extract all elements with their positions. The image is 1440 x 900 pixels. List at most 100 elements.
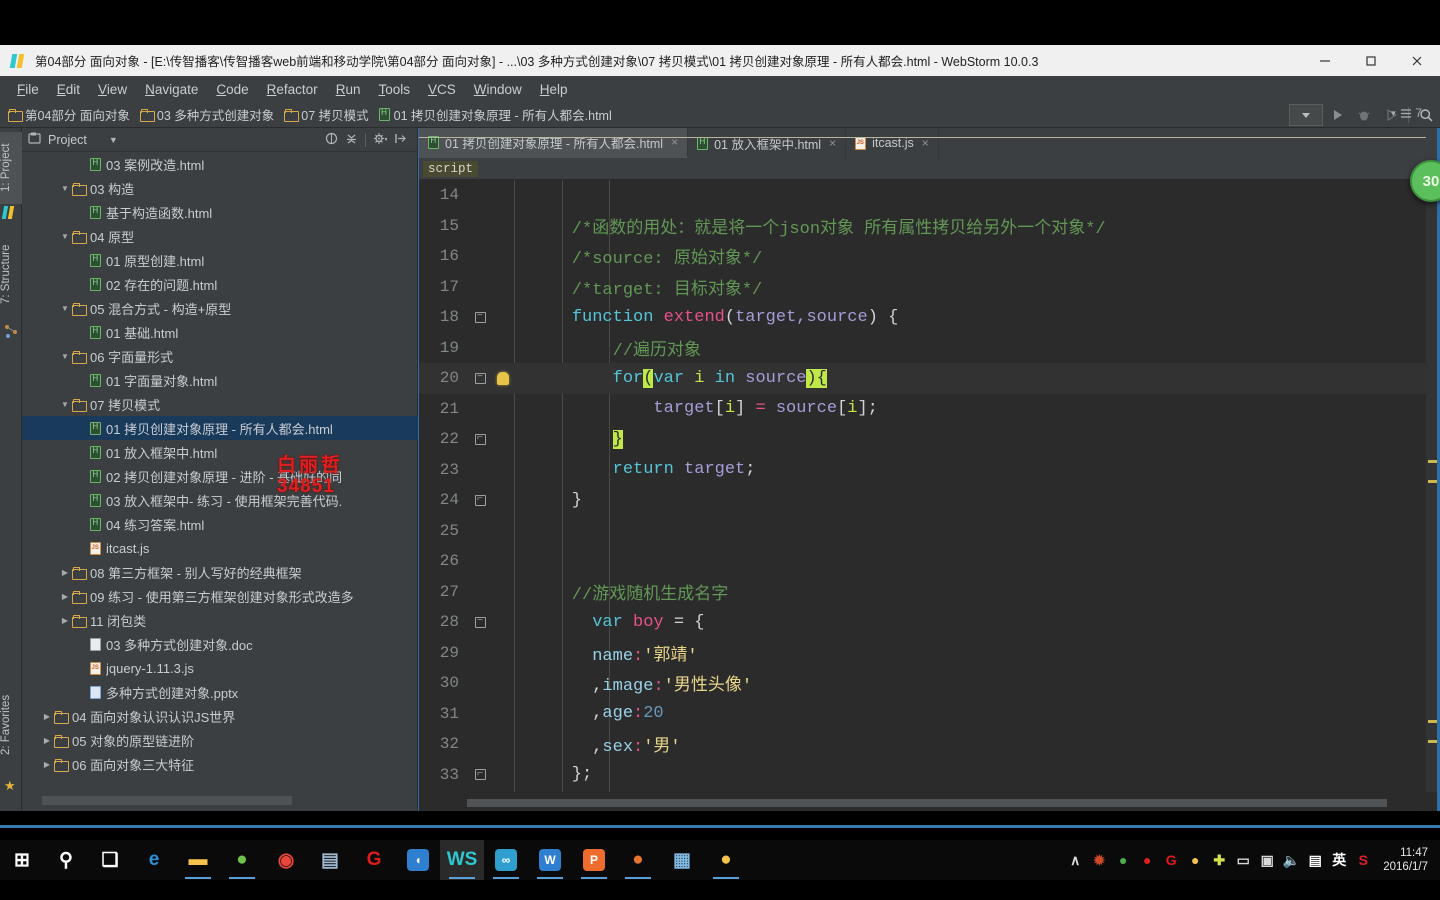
taskbar-cloud-app-icon[interactable]: ∞ [484, 840, 528, 880]
code-line[interactable]: 17 /*target: 目标对象*/ [419, 272, 1440, 303]
fold-collapse-icon[interactable]: − [474, 372, 486, 384]
tree-item[interactable]: 02 拷贝创建对象原理 - 进阶 - 基础好的同 [22, 464, 418, 488]
tree-item[interactable]: ▼ 03 构造 [22, 176, 418, 200]
sidebar-item-favorites[interactable]: 2: Favorites [0, 679, 22, 771]
tree-item[interactable]: ▶ 06 面向对象三大特征 [22, 752, 418, 776]
editor-tab-2[interactable]: itcast.js × [846, 128, 939, 158]
code-content[interactable]: 14 15 /*函数的用处：就是将一个json对象 所有属性拷贝给另外一个对象*/… [419, 180, 1440, 792]
fold-expand-icon[interactable]: ⌐ [474, 769, 486, 781]
inspection-indicator[interactable]: ▼ 7 [1389, 106, 1422, 120]
fold-expand-icon[interactable]: ⌐ [474, 494, 486, 506]
code-line[interactable]: 14 [419, 180, 1440, 211]
menu-item-tools[interactable]: Tools [369, 79, 419, 100]
menu-item-view[interactable]: View [89, 79, 136, 100]
tray-red-record-icon[interactable]: ● [1135, 840, 1159, 880]
menu-item-help[interactable]: Help [531, 79, 577, 100]
code-line[interactable]: 19 //遍历对象 [419, 333, 1440, 364]
editor-tab-1[interactable]: 01 放入框架中.html× [688, 128, 847, 158]
code-line[interactable]: 23 return target; [419, 455, 1440, 486]
code-line[interactable]: 25 [419, 516, 1440, 547]
tree-item[interactable]: 04 练习答案.html [22, 512, 418, 536]
fold-collapse-icon[interactable]: − [474, 311, 486, 323]
taskbar-edge-icon[interactable]: e [132, 840, 176, 880]
chevron-down-icon[interactable]: ▼ [109, 135, 118, 145]
gutter-cell[interactable]: ⌐ [467, 494, 493, 506]
code-line[interactable]: 29 name:'郭靖' [419, 638, 1440, 669]
maximize-button[interactable] [1348, 45, 1394, 76]
code-line[interactable]: 18 − function extend(target,source) { [419, 302, 1440, 333]
tray-notification-icon[interactable]: ▤ [1303, 840, 1327, 880]
chevron-right-icon[interactable]: ▶ [40, 712, 54, 721]
tree-item[interactable]: ▶ 09 练习 - 使用第三方框架创建对象形式改造多 [22, 584, 418, 608]
gutter-cell[interactable]: − [467, 311, 493, 323]
tree-item[interactable]: 02 存在的问题.html [22, 272, 418, 296]
close-icon[interactable]: × [829, 136, 836, 150]
breadcrumb-script[interactable]: script [423, 160, 479, 177]
chevron-down-icon[interactable]: ▼ [58, 304, 72, 313]
menu-item-vcs[interactable]: VCS [419, 79, 465, 100]
code-line[interactable]: 21 target[i] = source[i]; [419, 394, 1440, 425]
tree-item[interactable]: ▶ 08 第三方框架 - 别人写好的经典框架 [22, 560, 418, 584]
menu-item-edit[interactable]: Edit [48, 79, 89, 100]
taskbar-browser-360-icon[interactable]: ● [220, 840, 264, 880]
taskbar-balloons-icon[interactable]: ● [704, 840, 748, 880]
menu-item-refactor[interactable]: Refactor [258, 79, 327, 100]
tray-plus-tray-icon[interactable]: ✚ [1207, 840, 1231, 880]
tray-network-warning-icon[interactable]: ▣ [1255, 840, 1279, 880]
project-tree-hscrollbar[interactable] [42, 796, 292, 805]
chevron-right-icon[interactable]: ▶ [58, 592, 72, 601]
run-button[interactable] [1323, 104, 1350, 126]
menu-item-window[interactable]: Window [465, 79, 531, 100]
tree-item[interactable]: ▼ 07 拷贝模式 [22, 392, 418, 416]
tree-item[interactable]: 01 原型创建.html [22, 248, 418, 272]
tree-item[interactable]: 01 基础.html [22, 320, 418, 344]
code-line[interactable]: 28 − var boy = { [419, 607, 1440, 638]
tray-green-status-icon[interactable]: ● [1111, 840, 1135, 880]
gutter-cell[interactable]: − [467, 372, 493, 384]
tree-item[interactable]: 03 放入框架中- 练习 - 使用框架完善代码. [22, 488, 418, 512]
code-line[interactable]: 22 ⌐ } [419, 424, 1440, 455]
menu-item-run[interactable]: Run [327, 79, 370, 100]
tree-item-selected[interactable]: 01 拷贝创建对象原理 - 所有人都会.html [22, 416, 418, 440]
chevron-down-icon[interactable]: ▼ [58, 232, 72, 241]
chevron-right-icon[interactable]: ▶ [40, 760, 54, 769]
tray-g-tray-icon[interactable]: G [1159, 840, 1183, 880]
code-line[interactable]: 15 /*函数的用处：就是将一个json对象 所有属性拷贝给另外一个对象*/ [419, 211, 1440, 242]
intention-bulb-icon[interactable] [497, 371, 509, 385]
gear-icon[interactable]: ▾ [373, 132, 388, 148]
chevron-right-icon[interactable]: ▶ [40, 736, 54, 745]
gutter-cell[interactable]: ⌐ [467, 769, 493, 781]
taskbar-wps-word-icon[interactable]: W [528, 840, 572, 880]
tray-ime-language-icon[interactable]: 英 [1327, 840, 1351, 880]
minimize-button[interactable] [1302, 45, 1348, 76]
tree-item[interactable]: ▼ 04 原型 [22, 224, 418, 248]
gutter-cell[interactable]: − [467, 616, 493, 628]
tree-item[interactable]: 基于构造函数.html [22, 200, 418, 224]
debug-button[interactable] [1350, 104, 1377, 126]
taskbar-search-tool-icon[interactable]: ▤ [308, 840, 352, 880]
chevron-right-icon[interactable]: ▶ [58, 568, 72, 577]
tree-item[interactable]: 多种方式创建对象.pptx [22, 680, 418, 704]
tray-volume-muted-icon[interactable]: 🔈 [1279, 840, 1303, 880]
code-line[interactable]: 27 //游戏随机生成名字 [419, 577, 1440, 608]
tree-item[interactable]: ▶ 04 面向对象认识认识JS世界 [22, 704, 418, 728]
breadcrumb-item-0[interactable]: 第04部分 面向对象 [8, 105, 130, 124]
tree-item[interactable]: ▶ 05 对象的原型链进阶 [22, 728, 418, 752]
menu-item-navigate[interactable]: Navigate [136, 79, 207, 100]
code-line[interactable]: 32 ,sex:'男' [419, 729, 1440, 760]
sidebar-item-project[interactable]: 1: Project [0, 132, 22, 204]
hide-panel-icon[interactable] [394, 132, 407, 148]
tray-android-tool-icon[interactable]: ✹ [1087, 840, 1111, 880]
code-line[interactable]: 26 [419, 546, 1440, 577]
tree-item[interactable]: ▶ 11 闭包类 [22, 608, 418, 632]
chevron-down-icon[interactable]: ▼ [58, 352, 72, 361]
run-config-dropdown[interactable] [1289, 104, 1323, 126]
chevron-down-icon[interactable]: ▼ [58, 184, 72, 193]
tree-item[interactable]: jquery-1.11.3.js [22, 656, 418, 680]
close-icon[interactable]: × [922, 136, 929, 150]
tray-balloons-tray-icon[interactable]: ● [1183, 840, 1207, 880]
tree-item[interactable]: itcast.js [22, 536, 418, 560]
chevron-down-icon[interactable]: ▼ [58, 400, 72, 409]
code-line[interactable]: 31 ,age:20 [419, 699, 1440, 730]
tree-item[interactable]: 01 放入框架中.html [22, 440, 418, 464]
